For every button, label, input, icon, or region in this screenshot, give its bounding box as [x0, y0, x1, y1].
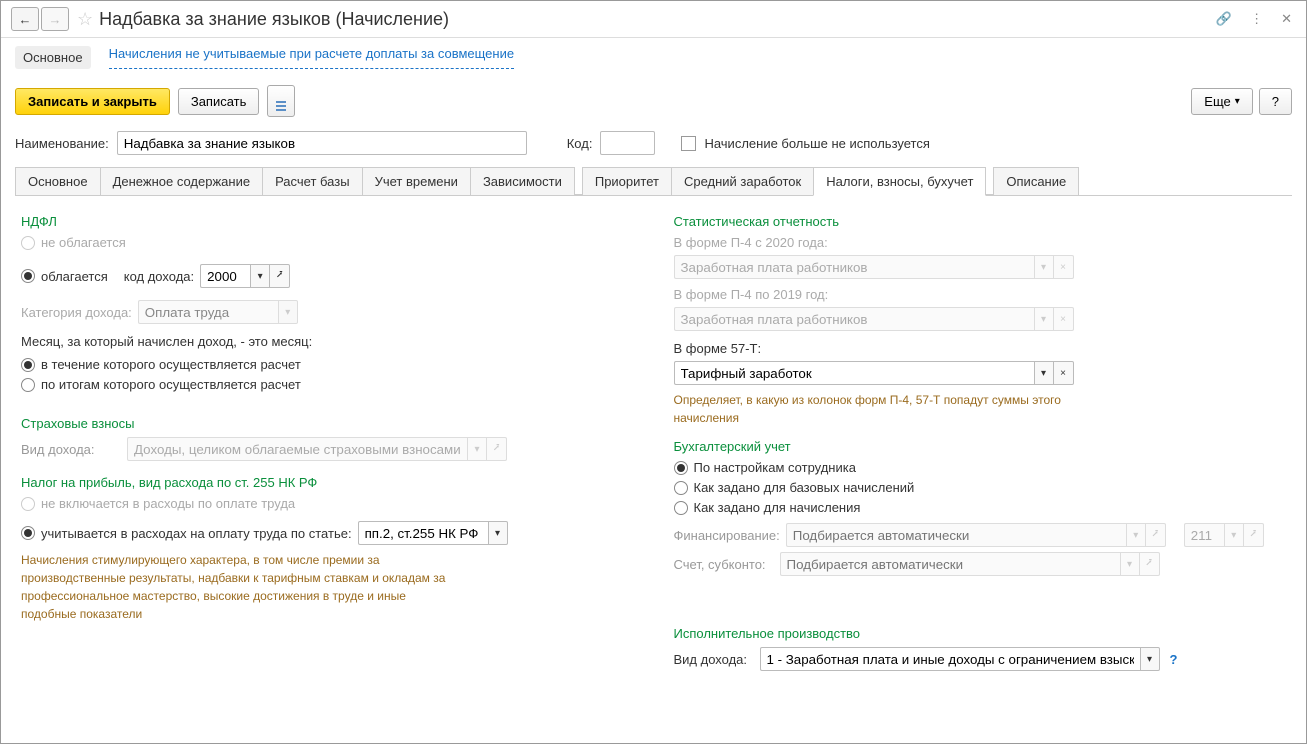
chevron-down-icon: ▾	[1235, 96, 1240, 107]
kebab-icon[interactable]: ⋮	[1246, 9, 1267, 29]
tab-desc[interactable]: Описание	[993, 167, 1079, 195]
help-button[interactable]: ?	[1259, 88, 1292, 115]
p4-2020-input	[674, 255, 1034, 279]
exec-type-label: Вид дохода:	[674, 652, 754, 667]
p4-2019-input	[674, 307, 1034, 331]
tab-deps[interactable]: Зависимости	[470, 167, 575, 195]
name-input[interactable]	[117, 131, 527, 155]
acct-emp-radio[interactable]	[674, 461, 688, 475]
p4-2019-dropdown: ▾	[1034, 307, 1054, 331]
f57t-input[interactable]	[674, 361, 1034, 385]
forward-button[interactable]: →	[41, 7, 69, 31]
ndfl-taxed-radio[interactable]	[21, 269, 35, 283]
ndfl-cat-input	[138, 300, 278, 324]
month-after-label: по итогам которого осуществляется расчет	[41, 377, 301, 392]
p4-2020-dropdown: ▾	[1034, 255, 1054, 279]
window-title: Надбавка за знание языков (Начисление)	[99, 9, 449, 30]
exec-help-icon[interactable]: ?	[1166, 652, 1182, 667]
not-used-checkbox[interactable]	[681, 136, 696, 151]
tab-priority[interactable]: Приоритет	[582, 167, 672, 195]
link-icon[interactable]: 🔗	[1212, 9, 1236, 29]
profit-included-label: учитывается в расходах на оплату труда п…	[41, 526, 352, 541]
stats-header: Статистическая отчетность	[674, 214, 1287, 229]
f57t-dropdown[interactable]: ▾	[1034, 361, 1054, 385]
ndfl-cat-label: Категория дохода:	[21, 305, 132, 320]
tab-money[interactable]: Денежное содержание	[100, 167, 263, 195]
month-during-radio[interactable]	[21, 358, 35, 372]
account-label: Счет, субконто:	[674, 557, 774, 572]
accounting-header: Бухгалтерский учет	[674, 439, 1287, 454]
ndfl-cat-dropdown: ▾	[278, 300, 298, 324]
profit-not-included-label: не включается в расходы по оплате труда	[41, 496, 295, 511]
subnav-link-not-counted[interactable]: Начисления не учитываемые при расчете до…	[109, 46, 515, 69]
favorite-icon[interactable]: ☆	[77, 9, 93, 30]
financing-input	[786, 523, 1126, 547]
account-input	[780, 552, 1120, 576]
financing-dropdown: ▾	[1126, 523, 1146, 547]
code-input[interactable]	[600, 131, 655, 155]
financing-code-dropdown: ▾	[1224, 523, 1244, 547]
insurance-open: ⭷	[487, 437, 507, 461]
f57t-label: В форме 57-Т:	[674, 341, 1287, 356]
ndfl-code-dropdown[interactable]: ▾	[250, 264, 270, 288]
exec-type-input[interactable]	[760, 647, 1140, 671]
ndfl-month-label: Месяц, за который начислен доход, - это …	[21, 334, 634, 349]
p4-2019-clear: ×	[1054, 307, 1074, 331]
acct-base-radio[interactable]	[674, 481, 688, 495]
ndfl-code-input[interactable]	[200, 264, 250, 288]
profit-tax-header: Налог на прибыль, вид расхода по ст. 255…	[21, 475, 634, 490]
account-open: ⭷	[1140, 552, 1160, 576]
profit-article-dropdown[interactable]: ▾	[488, 521, 508, 545]
ndfl-code-label: код дохода:	[124, 269, 194, 284]
ndfl-not-taxed-radio	[21, 236, 35, 250]
insurance-type-label: Вид дохода:	[21, 442, 121, 457]
ndfl-code-open[interactable]: ⭷	[270, 264, 290, 288]
exec-type-dropdown[interactable]: ▾	[1140, 647, 1160, 671]
tab-base[interactable]: Расчет базы	[262, 167, 363, 195]
ndfl-taxed-label: облагается	[41, 269, 108, 284]
financing-code-open: ⭷	[1244, 523, 1264, 547]
f57t-clear[interactable]: ×	[1054, 361, 1074, 385]
month-after-radio[interactable]	[21, 378, 35, 392]
account-dropdown: ▾	[1120, 552, 1140, 576]
profit-article-input[interactable]	[358, 521, 488, 545]
list-button[interactable]	[267, 85, 295, 117]
close-icon[interactable]: ✕	[1277, 9, 1296, 29]
name-label: Наименование:	[15, 136, 109, 151]
back-button[interactable]: ←	[11, 7, 39, 31]
p4-2019-label: В форме П-4 по 2019 год:	[674, 287, 1287, 302]
acct-emp-label: По настройкам сотрудника	[694, 460, 856, 475]
subnav-main[interactable]: Основное	[15, 46, 91, 69]
tab-time[interactable]: Учет времени	[362, 167, 471, 195]
acct-base-label: Как задано для базовых начислений	[694, 480, 915, 495]
financing-label: Финансирование:	[674, 528, 780, 543]
profit-included-radio[interactable]	[21, 526, 35, 540]
insurance-dropdown: ▾	[467, 437, 487, 461]
ndfl-header: НДФЛ	[21, 214, 634, 229]
insurance-header: Страховые взносы	[21, 416, 634, 431]
not-used-label: Начисление больше не используется	[704, 136, 929, 151]
p4-2020-clear: ×	[1054, 255, 1074, 279]
financing-code-input	[1184, 523, 1224, 547]
month-during-label: в течение которого осуществляется расчет	[41, 357, 301, 372]
save-close-button[interactable]: Записать и закрыть	[15, 88, 170, 115]
stats-help: Определяет, в какую из колонок форм П-4,…	[674, 391, 1114, 427]
tab-avg[interactable]: Средний заработок	[671, 167, 814, 195]
insurance-type-input	[127, 437, 467, 461]
exec-header: Исполнительное производство	[674, 626, 1287, 641]
p4-2020-label: В форме П-4 с 2020 года:	[674, 235, 1287, 250]
profit-not-included-radio	[21, 497, 35, 511]
code-label: Код:	[567, 136, 593, 151]
ndfl-not-taxed-label: не облагается	[41, 235, 126, 250]
profit-tax-help: Начисления стимулирующего характера, в т…	[21, 551, 461, 623]
financing-open: ⭷	[1146, 523, 1166, 547]
more-button[interactable]: Еще▾	[1191, 88, 1252, 115]
list-icon	[276, 101, 286, 111]
acct-accrual-label: Как задано для начисления	[694, 500, 861, 515]
tab-main[interactable]: Основное	[15, 167, 101, 195]
save-button[interactable]: Записать	[178, 88, 260, 115]
acct-accrual-radio[interactable]	[674, 501, 688, 515]
tab-taxes[interactable]: Налоги, взносы, бухучет	[813, 167, 986, 196]
